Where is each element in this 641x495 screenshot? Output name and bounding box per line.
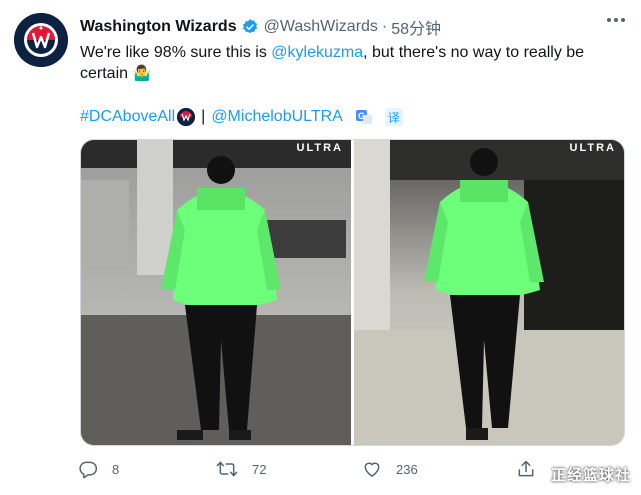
- hashtag-line: #DCAboveAll | @MichelobULTRA G 译: [80, 106, 403, 128]
- retweet-icon: [216, 461, 238, 477]
- translate-icon[interactable]: G: [355, 108, 373, 126]
- ultra-watermark-left: ULTRA: [296, 142, 343, 154]
- display-name[interactable]: Washington Wizards: [80, 18, 237, 36]
- tag-separator: |: [201, 108, 206, 125]
- user-handle[interactable]: @WashWizards: [264, 18, 378, 36]
- translate-button[interactable]: 译: [384, 108, 403, 126]
- tweet-header: Washington Wizards @WashWizards · 58分钟: [80, 16, 441, 38]
- more-options-icon[interactable]: [607, 18, 625, 22]
- verified-badge-icon: [241, 18, 259, 36]
- shrug-emoji-icon: 🤷‍♂️: [132, 65, 152, 82]
- site-watermark: 正经篮球社: [550, 467, 631, 484]
- tweet-card: Washington Wizards @WashWizards · 58分钟 W…: [0, 0, 641, 495]
- hashtag-link[interactable]: #DCAboveAll: [80, 108, 175, 126]
- share-icon: [518, 460, 534, 477]
- media-grid: ULTRA ULTRA: [80, 139, 625, 446]
- reply-button[interactable]: 8: [78, 456, 119, 482]
- like-button[interactable]: 236: [362, 456, 418, 482]
- sponsor-mention-link[interactable]: @MichelobULTRA: [211, 108, 343, 126]
- ultra-watermark-right: ULTRA: [569, 142, 616, 154]
- tweet-text: We're like 98% sure this is @kylekuzma, …: [80, 42, 620, 84]
- photo-left[interactable]: ULTRA: [81, 140, 351, 445]
- action-bar: 8 72 236: [78, 456, 626, 482]
- retweet-button[interactable]: 72: [216, 456, 266, 482]
- share-button[interactable]: [516, 456, 536, 482]
- wizards-logo-icon: [14, 13, 68, 67]
- retweet-count: 72: [252, 461, 267, 477]
- reply-count: 8: [112, 461, 120, 477]
- hashtag-logo-icon: [177, 108, 196, 126]
- heart-icon: [364, 462, 380, 477]
- reply-icon: [79, 461, 98, 479]
- like-count: 236: [396, 461, 418, 477]
- avatar[interactable]: [14, 13, 68, 67]
- timestamp[interactable]: 58分钟: [391, 15, 441, 39]
- photo-right[interactable]: ULTRA: [354, 140, 624, 445]
- header-separator: ·: [381, 18, 388, 35]
- tweet-text-part: We're like 98% sure this is: [80, 44, 272, 61]
- mention-link[interactable]: @kylekuzma: [271, 44, 363, 61]
